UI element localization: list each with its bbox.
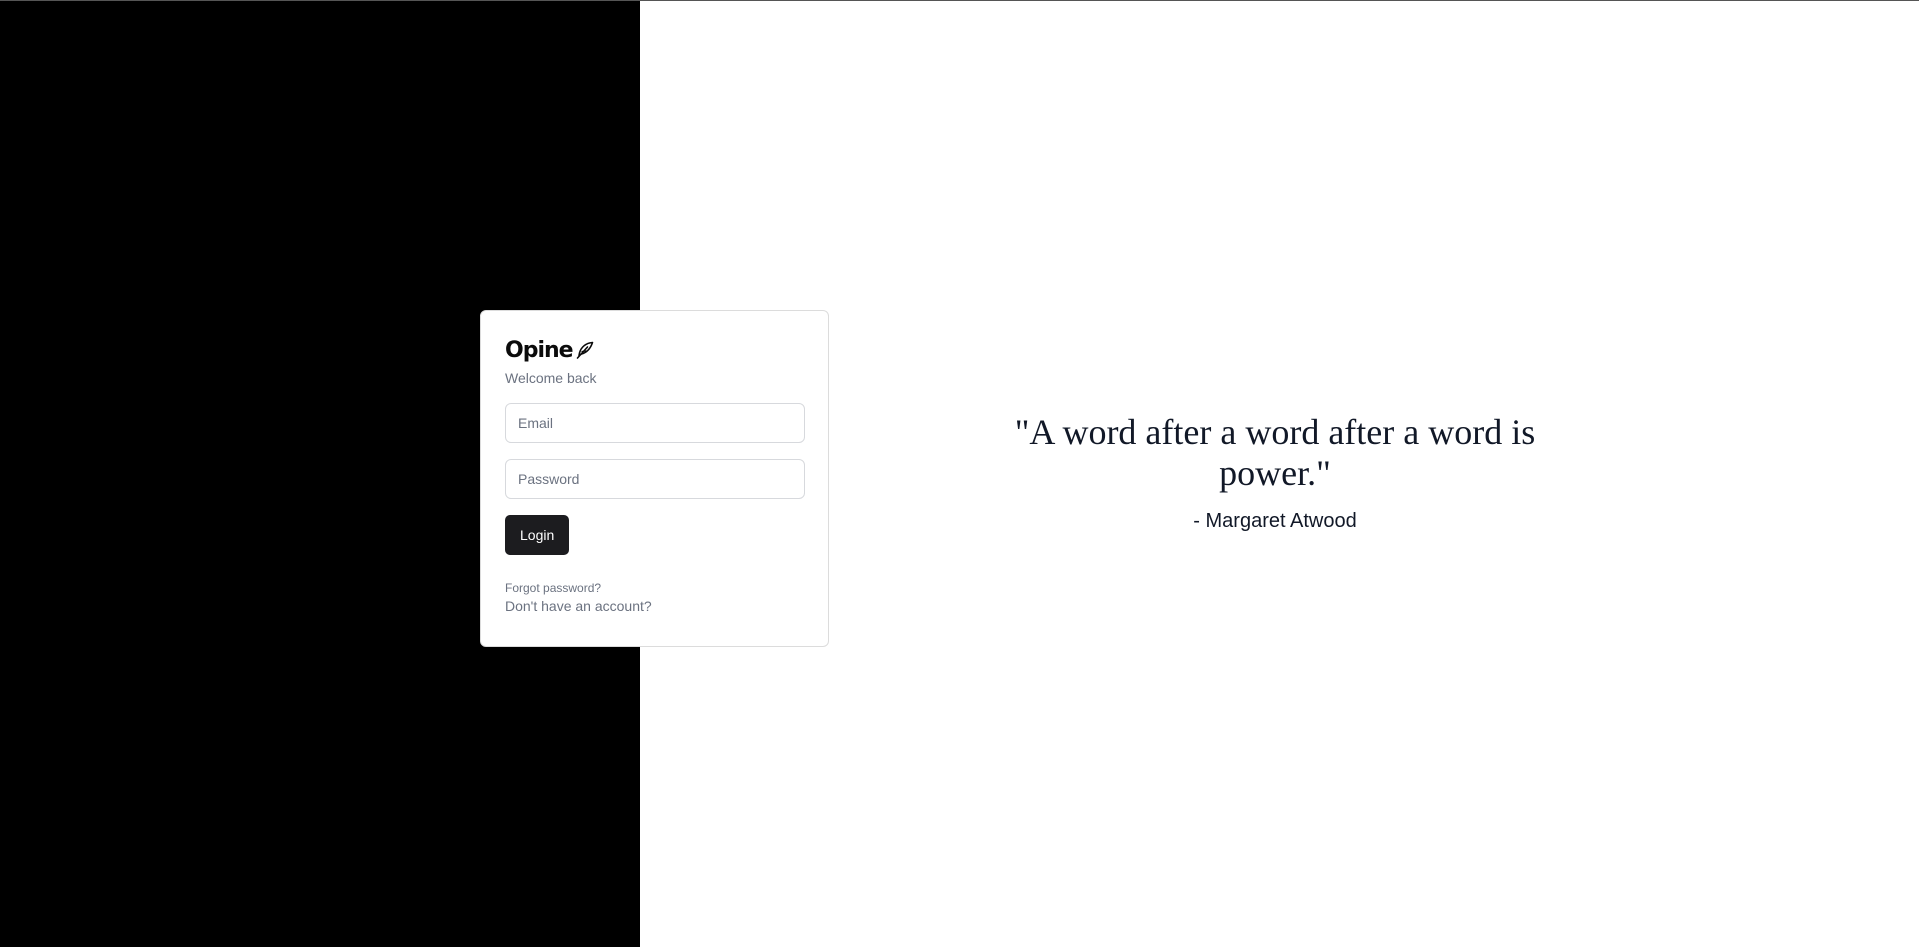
brand-logo: Opine — [505, 335, 804, 365]
quote-author: - Margaret Atwood — [1193, 510, 1357, 532]
auth-links: Forgot password? Don't have an account? — [505, 581, 804, 614]
signup-link[interactable]: Don't have an account? — [505, 598, 804, 614]
quote-text: "A word after a word after a word is pow… — [1014, 412, 1536, 493]
login-button[interactable]: Login — [505, 515, 570, 555]
quote-section: "A word after a word after a word is pow… — [960, 412, 1590, 533]
login-subtitle: Welcome back — [505, 370, 597, 386]
password-field[interactable] — [505, 459, 805, 499]
forgot-password-link[interactable]: Forgot password? — [505, 581, 804, 595]
email-field[interactable] — [505, 403, 805, 443]
login-card: Opine Welcome back Login Forgot password… — [480, 310, 829, 647]
brand-name: Opine — [505, 337, 574, 363]
feather-icon — [575, 340, 595, 360]
